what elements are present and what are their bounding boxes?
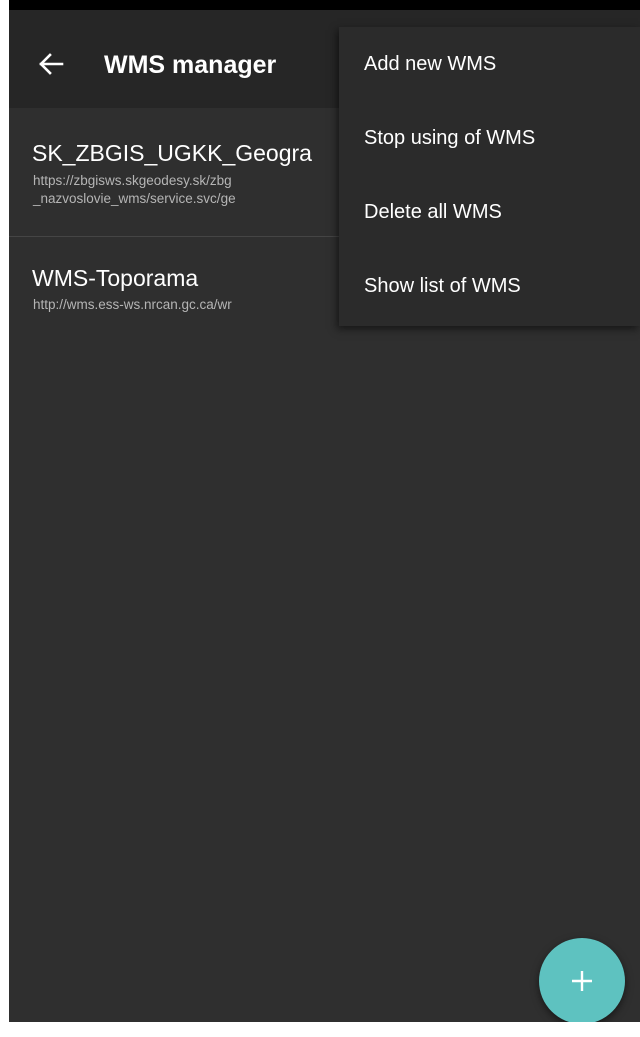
menu-item-add-new-wms[interactable]: Add new WMS — [339, 27, 640, 101]
add-wms-fab-button[interactable] — [539, 938, 625, 1022]
menu-item-label: Stop using of WMS — [364, 127, 536, 149]
menu-item-label: Show list of WMS — [364, 275, 521, 297]
overflow-menu: Add new WMS Stop using of WMS Delete all… — [339, 27, 640, 326]
status-bar — [9, 0, 640, 10]
page-title: WMS manager — [104, 51, 277, 79]
wms-name: SK_ZBGIS_UGKK_Geogra — [32, 140, 312, 166]
wms-name: WMS-Toporama — [32, 265, 199, 291]
plus-icon — [572, 971, 592, 991]
arrow-back-icon[interactable] — [37, 50, 65, 78]
menu-item-label: Delete all WMS — [364, 201, 502, 223]
menu-item-label: Add new WMS — [364, 53, 497, 75]
wms-url-text: https://zbgisws.skgeodesy.sk/zbg _nazvos… — [33, 173, 236, 206]
menu-item-delete-all-wms[interactable]: Delete all WMS — [339, 175, 640, 249]
app-screen: WMS manager SK_ZBGIS_UGKK_Geogra https:/… — [9, 0, 640, 1022]
menu-item-stop-using-wms[interactable]: Stop using of WMS — [339, 101, 640, 175]
menu-item-show-list-of-wms[interactable]: Show list of WMS — [339, 249, 640, 323]
